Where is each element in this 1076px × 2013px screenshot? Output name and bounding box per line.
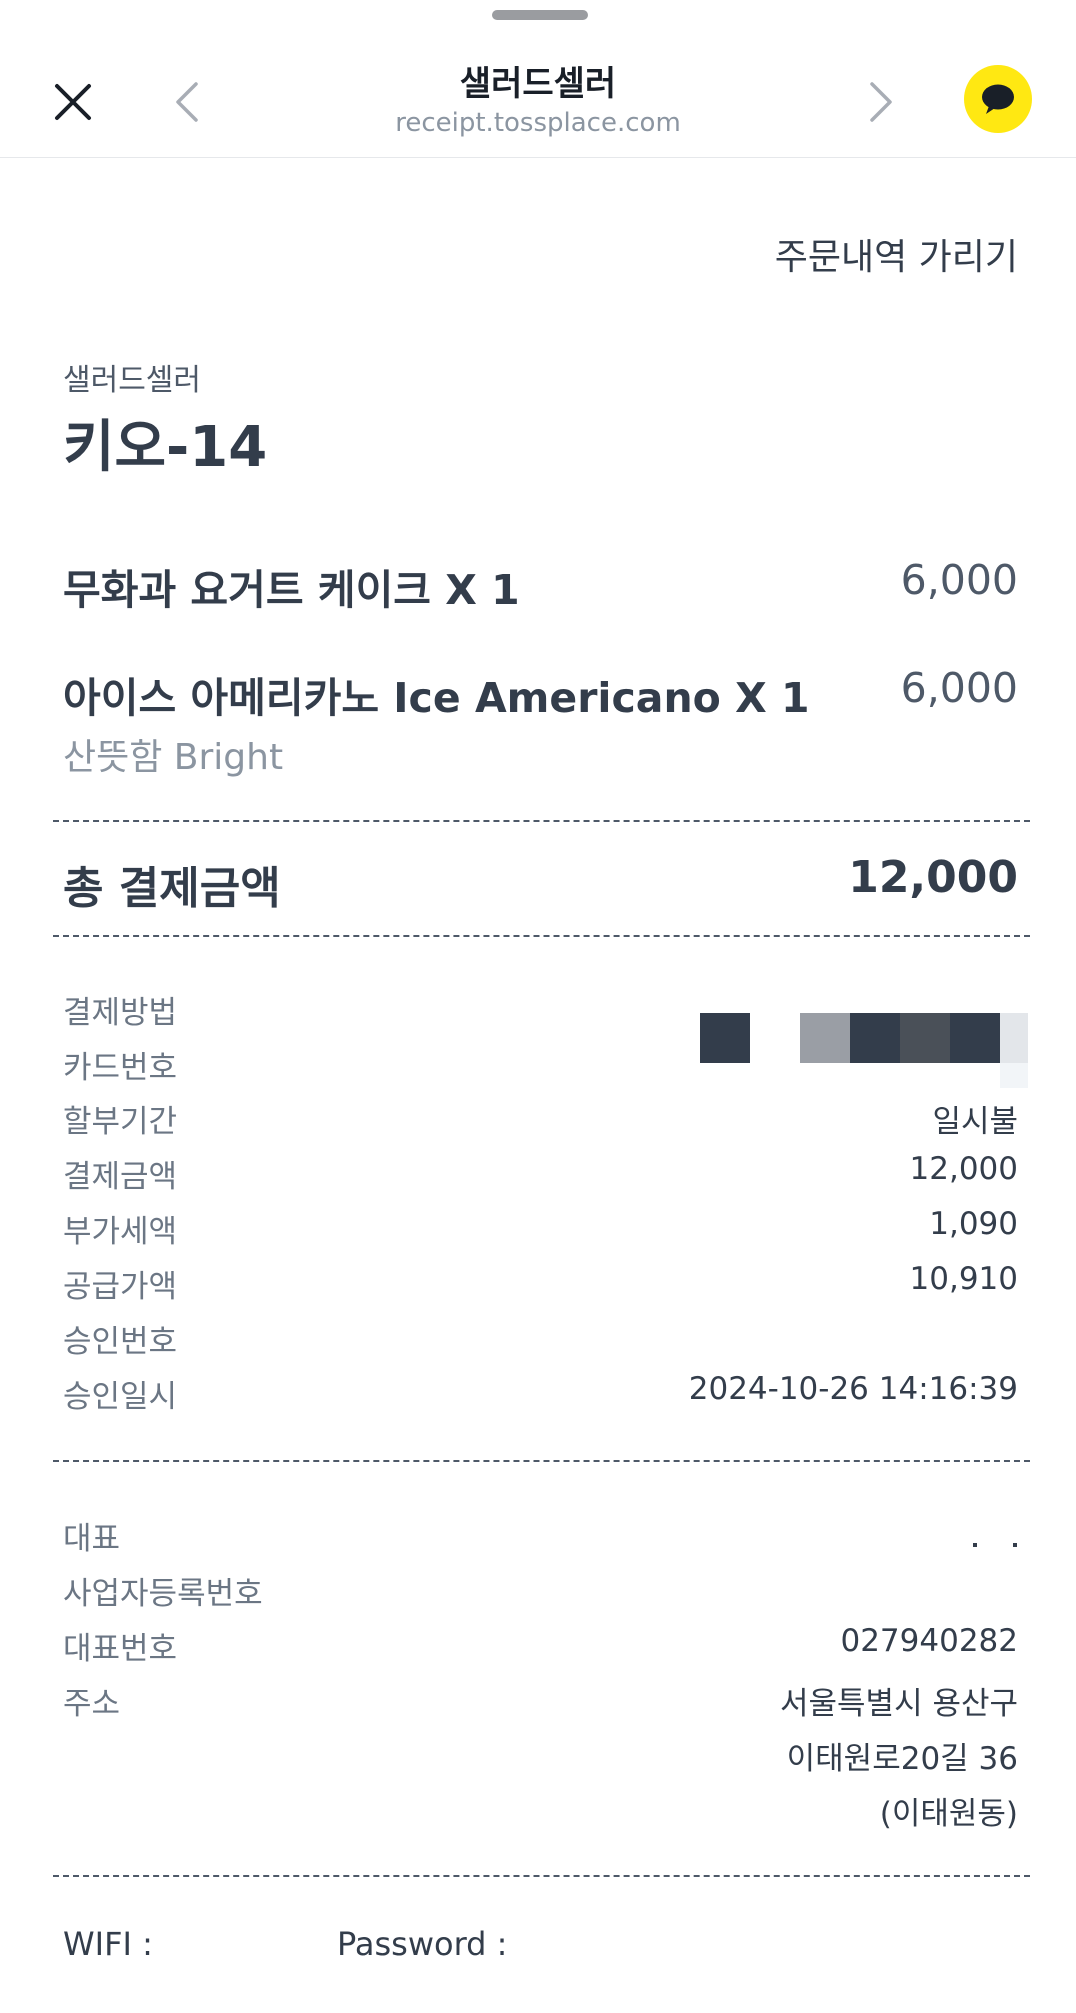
- dashed-divider: [53, 1460, 1030, 1462]
- ceo-label: 대표: [63, 1521, 121, 1557]
- drag-handle[interactable]: [492, 10, 588, 20]
- receipt-sheet: 샐러드셀러 receipt.tossplace.com 주문내역 가리기 샐러드…: [0, 0, 1076, 2013]
- installment-row: 할부기간 일시불: [63, 1096, 1018, 1140]
- business-reg-label: 사업자등록번호: [63, 1576, 263, 1612]
- phone-row: 대표번호 027940282: [63, 1623, 1018, 1667]
- supply-value-row: 공급가액 10,910: [63, 1261, 1018, 1305]
- forward-button[interactable]: [856, 74, 908, 130]
- vat-label: 부가세액: [63, 1214, 178, 1250]
- address-line-3: (이태원동): [879, 1796, 1018, 1832]
- item-price: 6,000: [900, 556, 1018, 604]
- approval-time-row: 승인일시 2024-10-26 14:16:39: [63, 1371, 1018, 1415]
- store-name: 샐러드셀러: [63, 363, 201, 398]
- header-title: 샐러드셀러: [459, 64, 617, 104]
- approval-number-label: 승인번호: [63, 1324, 178, 1360]
- password-label: Password :: [337, 1925, 508, 1963]
- kakaotalk-chat-button[interactable]: [964, 65, 1032, 133]
- approval-number-row: 승인번호: [63, 1316, 1018, 1360]
- item-price: 6,000: [900, 664, 1018, 712]
- payment-method-label: 결제방법: [63, 995, 178, 1031]
- hide-order-toggle[interactable]: 주문내역 가리기: [775, 228, 1018, 280]
- installment-value: 일시불: [932, 1104, 1018, 1140]
- order-item: 아이스 아메리카노 Ice Americano X 1 6,000: [63, 664, 1018, 724]
- card-number-label: 카드번호: [63, 1050, 178, 1086]
- item-name: 무화과 요거트 케이크 X 1: [63, 566, 520, 614]
- dashed-divider: [53, 935, 1030, 937]
- total-label: 총 결제금액: [63, 863, 281, 914]
- vat-value: 1,090: [929, 1206, 1018, 1242]
- dashed-divider: [53, 820, 1030, 822]
- order-number: 키오-14: [63, 415, 268, 480]
- payment-amount-row: 결제금액 12,000: [63, 1151, 1018, 1195]
- header-url: receipt.tossplace.com: [395, 108, 681, 138]
- browser-header: 샐러드셀러 receipt.tossplace.com: [0, 0, 1076, 158]
- supply-value-label: 공급가액: [63, 1269, 178, 1305]
- phone-value: 027940282: [840, 1623, 1018, 1659]
- address-line-2: 이태원로20길 36: [786, 1741, 1018, 1777]
- total-value: 12,000: [848, 852, 1018, 903]
- order-item: 무화과 요거트 케이크 X 1 6,000: [63, 556, 1018, 616]
- total-row: 총 결제금액 12,000: [63, 852, 1018, 916]
- approval-time-label: 승인일시: [63, 1379, 178, 1415]
- wifi-label: WIFI :: [63, 1925, 153, 1963]
- kakaotalk-chat-icon: [982, 84, 1014, 114]
- vat-row: 부가세액 1,090: [63, 1206, 1018, 1250]
- business-reg-row: 사업자등록번호: [63, 1568, 1018, 1612]
- payment-amount-value: 12,000: [909, 1151, 1018, 1187]
- address-label: 주소: [63, 1686, 121, 1722]
- dashed-divider: [53, 1875, 1030, 1877]
- chevron-right-icon: [870, 82, 892, 122]
- item-option: 산뜻함 Bright: [63, 737, 284, 778]
- ceo-row: 대표: [63, 1513, 1018, 1557]
- phone-label: 대표번호: [63, 1631, 178, 1667]
- item-name: 아이스 아메리카노 Ice Americano X 1: [63, 674, 810, 722]
- address-line-1: 서울특별시 용산구: [779, 1686, 1018, 1722]
- payment-amount-label: 결제금액: [63, 1159, 178, 1195]
- approval-time-value: 2024-10-26 14:16:39: [688, 1371, 1018, 1407]
- installment-label: 할부기간: [63, 1104, 178, 1140]
- supply-value: 10,910: [909, 1261, 1018, 1297]
- address-row: 주소 서울특별시 용산구: [63, 1678, 1018, 1722]
